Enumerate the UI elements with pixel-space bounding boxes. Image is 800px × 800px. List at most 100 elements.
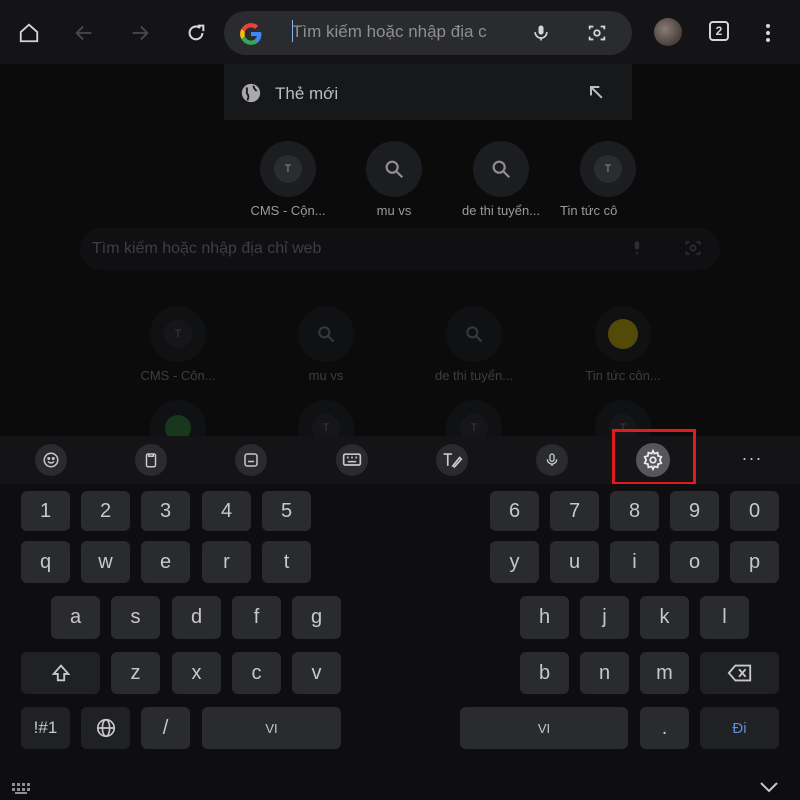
reload-icon[interactable] [182,19,210,47]
tile-label: Tin tức cô [560,203,618,218]
background-mic-icon [628,238,646,263]
tile-mu-vs[interactable] [366,141,422,197]
background-tile [595,306,651,362]
key-o[interactable]: o [670,541,719,583]
search-icon [318,326,335,343]
tile-label: CMS - Cộn... [250,203,326,218]
language-key[interactable] [81,707,130,749]
background-tile-label: de thi tuyển... [434,368,514,383]
space-bar-right[interactable]: VI [460,707,628,749]
key-a[interactable]: a [51,596,100,639]
key-z[interactable]: z [111,652,160,694]
shift-icon [51,664,70,682]
tile-label: mu vs [376,203,412,218]
tile-letter: T [164,320,192,348]
tile-de-thi[interactable] [473,141,529,197]
key-c[interactable]: c [232,652,281,694]
hide-keyboard-chevron-icon[interactable] [758,780,782,796]
tile-letter: T [594,155,622,183]
key-r[interactable]: r [202,541,251,583]
search-icon [385,160,404,179]
key-u[interactable]: u [550,541,599,583]
forward-icon[interactable] [126,19,154,47]
background-tile [298,306,354,362]
background-tile-label: CMS - Côn... [140,368,216,383]
key-3[interactable]: 3 [141,491,190,531]
sticker-icon[interactable] [235,444,267,476]
fill-query-arrow-icon[interactable] [586,82,608,104]
settings-highlight-box [612,429,696,485]
more-options-icon[interactable]: ··· [736,448,768,472]
search-icon [466,326,483,343]
lens-camera-icon[interactable] [583,19,611,47]
key-i[interactable]: i [610,541,659,583]
shift-key[interactable] [21,652,100,694]
search-icon [492,160,511,179]
clipboard-icon[interactable] [135,444,167,476]
background-tile-label: mu vs [308,368,344,383]
key-d[interactable]: d [172,596,221,639]
globe-icon [96,718,115,738]
key-s[interactable]: s [111,596,160,639]
tile-tin-tuc[interactable]: T [580,141,636,197]
key-6[interactable]: 6 [490,491,539,531]
key-f[interactable]: f [232,596,281,639]
back-icon[interactable] [70,19,98,47]
address-bar-placeholder: Tìm kiếm hoặc nhập địa c [292,22,487,41]
key-h[interactable]: h [520,596,569,639]
key-y[interactable]: y [490,541,539,583]
key-k[interactable]: k [640,596,689,639]
tab-switcher-button[interactable]: 2 [709,21,729,41]
key-2[interactable]: 2 [81,491,130,531]
key-n[interactable]: n [580,652,629,694]
google-g-icon [238,21,264,47]
handwriting-icon[interactable] [436,444,468,476]
background-lens-icon [683,238,703,263]
tile-letter: T [274,155,302,183]
keyboard-switch-icon[interactable] [12,782,34,794]
background-tile [446,306,502,362]
key-0[interactable]: 0 [730,491,779,531]
key-period[interactable]: . [640,707,689,749]
key-p[interactable]: p [730,541,779,583]
space-bar-left[interactable]: VI [202,707,341,749]
go-key[interactable]: Đi [700,707,779,749]
background-tile-label: Tin tức côn... [585,368,661,383]
backspace-icon [727,664,751,682]
key-j[interactable]: j [580,596,629,639]
key-9[interactable]: 9 [670,491,719,531]
key-e[interactable]: e [141,541,190,583]
background-tile: T [150,306,206,362]
yellow-favicon-icon [608,319,638,349]
backspace-key[interactable] [700,652,779,694]
profile-avatar[interactable] [654,18,682,46]
keyboard-area [0,484,800,800]
key-v[interactable]: v [292,652,341,694]
key-q[interactable]: q [21,541,70,583]
key-x[interactable]: x [172,652,221,694]
key-7[interactable]: 7 [550,491,599,531]
mic-icon[interactable] [536,444,568,476]
key-8[interactable]: 8 [610,491,659,531]
key-slash[interactable]: / [141,707,190,749]
key-g[interactable]: g [292,596,341,639]
keyboard-icon[interactable] [336,444,368,476]
key-m[interactable]: m [640,652,689,694]
key-1[interactable]: 1 [21,491,70,531]
globe-icon [240,82,262,104]
menu-kebab-icon[interactable] [754,19,782,47]
emoji-icon[interactable] [35,444,67,476]
symbols-key[interactable]: !#1 [21,707,70,749]
key-t[interactable]: t [262,541,311,583]
key-5[interactable]: 5 [262,491,311,531]
home-icon[interactable] [15,19,43,47]
background-search-placeholder: Tìm kiếm hoặc nhập địa chỉ web [92,240,322,257]
mic-icon[interactable] [527,19,555,47]
key-4[interactable]: 4 [202,491,251,531]
key-l[interactable]: l [700,596,749,639]
key-b[interactable]: b [520,652,569,694]
tile-cms[interactable]: T [260,141,316,197]
key-w[interactable]: w [81,541,130,583]
tile-label: de thi tuyển... [461,203,541,218]
suggestion-label: Thẻ mới [275,84,339,103]
